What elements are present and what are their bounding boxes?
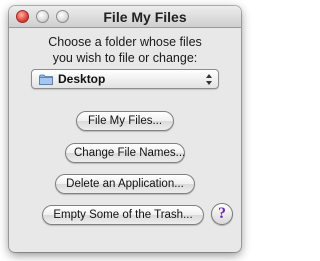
file-my-files-window: File My Files Choose a folder whose file… [9, 6, 241, 252]
empty-trash-button[interactable]: Empty Some of the Trash... [42, 205, 204, 225]
help-icon[interactable]: ? [211, 203, 233, 225]
folder-icon [39, 74, 53, 85]
instructions-line-2: you wish to file or change: [52, 51, 198, 65]
folder-popup-menu[interactable]: Desktop [31, 69, 219, 89]
folder-popup-selected-value: Desktop [58, 72, 106, 86]
delete-application-button[interactable]: Delete an Application... [55, 174, 195, 194]
change-file-names-button[interactable]: Change File Names... [65, 143, 185, 163]
file-my-files-button[interactable]: File My Files... [76, 111, 174, 131]
title-bar[interactable]: File My Files [9, 6, 241, 28]
up-down-arrows-icon [206, 74, 212, 85]
instructions-line-1: Choose a folder whose files [48, 35, 202, 49]
instructions-text: Choose a folder whose files you wish to … [9, 34, 241, 66]
window-title: File My Files [103, 9, 187, 25]
